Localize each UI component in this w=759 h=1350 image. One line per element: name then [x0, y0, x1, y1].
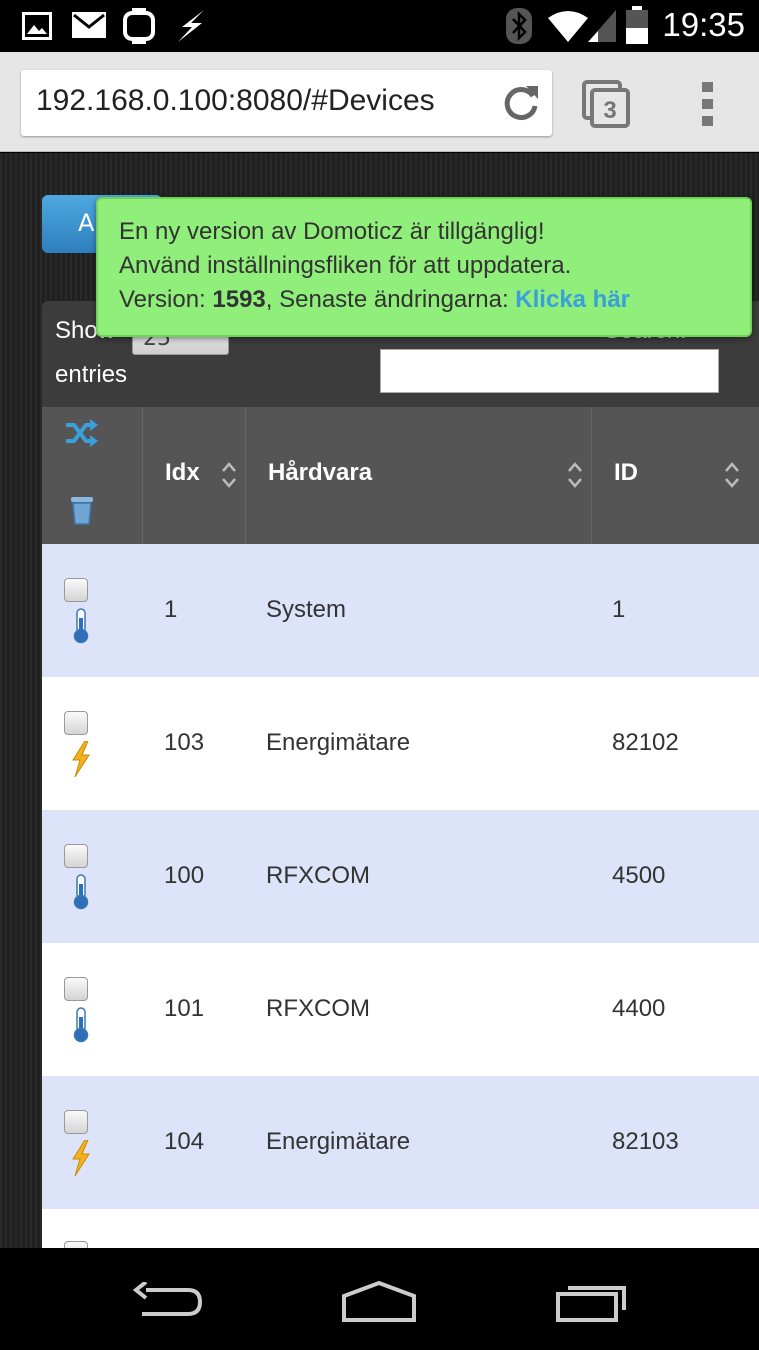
header-actions-cell: [42, 407, 142, 544]
header-id-label: ID: [614, 459, 638, 486]
cell-hardware: System: [266, 596, 347, 623]
table-header: Idx Hårdvara ID: [42, 407, 759, 544]
table-row-partial[interactable]: [42, 1209, 759, 1248]
notification-line3: Version: 1593, Senaste ändringarna: Klic…: [119, 283, 750, 317]
notification-line2: Använd inställningsfliken för att uppdat…: [119, 252, 572, 279]
header-idx-label: Idx: [165, 459, 200, 486]
signal-icon: [588, 10, 616, 42]
browser-toolbar: 192.168.0.100:8080/#Devices 3: [0, 52, 759, 152]
table-row[interactable]: 100 RFXCOM 4500: [42, 810, 759, 943]
watch-icon: [123, 8, 155, 44]
flash-icon: [178, 10, 204, 42]
tab-switcher-button[interactable]: 3: [582, 80, 632, 130]
cell-hardware: RFXCOM: [266, 862, 370, 889]
reload-icon[interactable]: [500, 82, 542, 124]
changelog-link[interactable]: Klicka här: [515, 286, 630, 313]
shuffle-icon[interactable]: [64, 419, 98, 447]
cell-idx: 1: [164, 596, 178, 623]
thermometer-icon: [73, 874, 89, 910]
table-row[interactable]: 101 RFXCOM 4400: [42, 943, 759, 1076]
sort-icon[interactable]: [221, 461, 237, 489]
bluetooth-icon: [506, 8, 532, 44]
entries-label: entries: [55, 361, 128, 388]
thermometer-icon: [73, 1007, 89, 1043]
table-row[interactable]: 104 Energimätare 82103: [42, 1076, 759, 1209]
cell-id: 1: [612, 596, 626, 623]
clock: 19:35: [662, 6, 745, 43]
gallery-icon: [22, 12, 52, 40]
version-number: 1593: [212, 286, 266, 313]
version-prefix: Version:: [119, 286, 213, 313]
cell-id: 4400: [612, 995, 666, 1022]
header-id[interactable]: ID: [591, 407, 751, 544]
cell-hardware: Energimätare: [266, 729, 411, 756]
row-checkbox[interactable]: [64, 977, 88, 1001]
lightning-icon: [72, 1140, 90, 1176]
sort-icon[interactable]: [724, 461, 740, 489]
row-checkbox[interactable]: [64, 578, 88, 602]
navigation-bar: [0, 1248, 759, 1350]
cell-id: 82103: [612, 1128, 679, 1155]
wifi-icon: [548, 11, 588, 42]
cell-idx: 101: [164, 995, 205, 1022]
mail-icon: [72, 12, 106, 38]
notification-line1: En ny version av Domoticz är tillgänglig…: [119, 218, 545, 245]
sort-icon[interactable]: [567, 461, 583, 489]
battery-icon: [626, 6, 648, 44]
table-row[interactable]: 103 Energimätare 82102: [42, 677, 759, 810]
cell-hardware: RFXCOM: [266, 995, 370, 1022]
row-checkbox[interactable]: [64, 711, 88, 735]
header-idx[interactable]: Idx: [142, 407, 245, 544]
tab-count: 3: [603, 97, 616, 124]
cell-idx: 104: [164, 1128, 205, 1155]
header-hardware[interactable]: Hårdvara: [245, 407, 591, 544]
more-vertical-icon: [702, 82, 713, 126]
row-checkbox[interactable]: [64, 1110, 88, 1134]
cell-idx: 103: [164, 729, 205, 756]
url-text[interactable]: 192.168.0.100:8080/#Devices: [36, 84, 435, 118]
thermometer-icon: [73, 608, 89, 644]
changes-text: , Senaste ändringarna:: [265, 286, 516, 313]
recent-apps-icon[interactable]: [556, 1282, 630, 1322]
tabs-icon: 3: [582, 80, 630, 128]
trash-icon[interactable]: [70, 495, 94, 525]
cell-id: 4500: [612, 862, 666, 889]
back-icon[interactable]: [132, 1282, 204, 1318]
cell-hardware: Energimätare: [266, 1128, 411, 1155]
lightning-icon: [72, 741, 90, 777]
row-checkbox[interactable]: [64, 1241, 88, 1248]
cell-idx: 100: [164, 862, 205, 889]
row-checkbox[interactable]: [64, 844, 88, 868]
overflow-menu-button[interactable]: [698, 82, 718, 126]
address-bar[interactable]: 192.168.0.100:8080/#Devices: [21, 70, 552, 136]
header-hardware-label: Hårdvara: [268, 459, 373, 486]
cell-id: 82102: [612, 729, 679, 756]
table-row[interactable]: 1 System 1: [42, 544, 759, 677]
update-notification[interactable]: En ny version av Domoticz är tillgänglig…: [96, 197, 752, 337]
home-icon[interactable]: [340, 1280, 418, 1322]
search-input[interactable]: [380, 349, 719, 393]
status-bar: 19:35: [0, 0, 759, 52]
